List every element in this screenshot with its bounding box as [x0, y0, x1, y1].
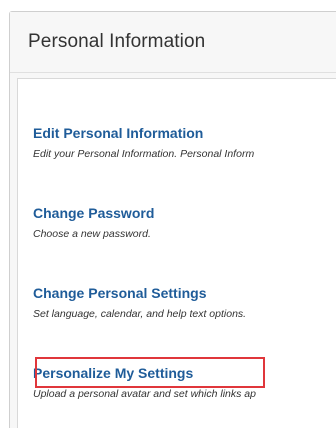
change-personal-settings-description: Set language, calendar, and help text op…: [33, 308, 247, 320]
change-password-link[interactable]: Change Password: [33, 205, 333, 221]
personalize-my-settings-description: Upload a personal avatar and set which l…: [33, 388, 256, 400]
personalize-my-settings-link[interactable]: Personalize My Settings: [33, 365, 333, 381]
link-item-edit-personal-information: Edit Personal Information Edit your Pers…: [33, 125, 333, 160]
link-item-change-password: Change Password Choose a new password.: [33, 205, 333, 240]
panel-header: Personal Information: [10, 12, 336, 73]
link-item-personalize-my-settings: Personalize My Settings Upload a persona…: [33, 365, 333, 400]
edit-personal-information-description: Edit your Personal Information. Personal…: [33, 148, 255, 160]
page: Personal Information Edit Personal Infor…: [0, 0, 336, 428]
link-item-change-personal-settings: Change Personal Settings Set language, c…: [33, 285, 333, 320]
change-personal-settings-link[interactable]: Change Personal Settings: [33, 285, 333, 301]
panel-title: Personal Information: [28, 31, 206, 52]
edit-personal-information-link[interactable]: Edit Personal Information: [33, 125, 333, 141]
change-password-description: Choose a new password.: [33, 228, 151, 240]
